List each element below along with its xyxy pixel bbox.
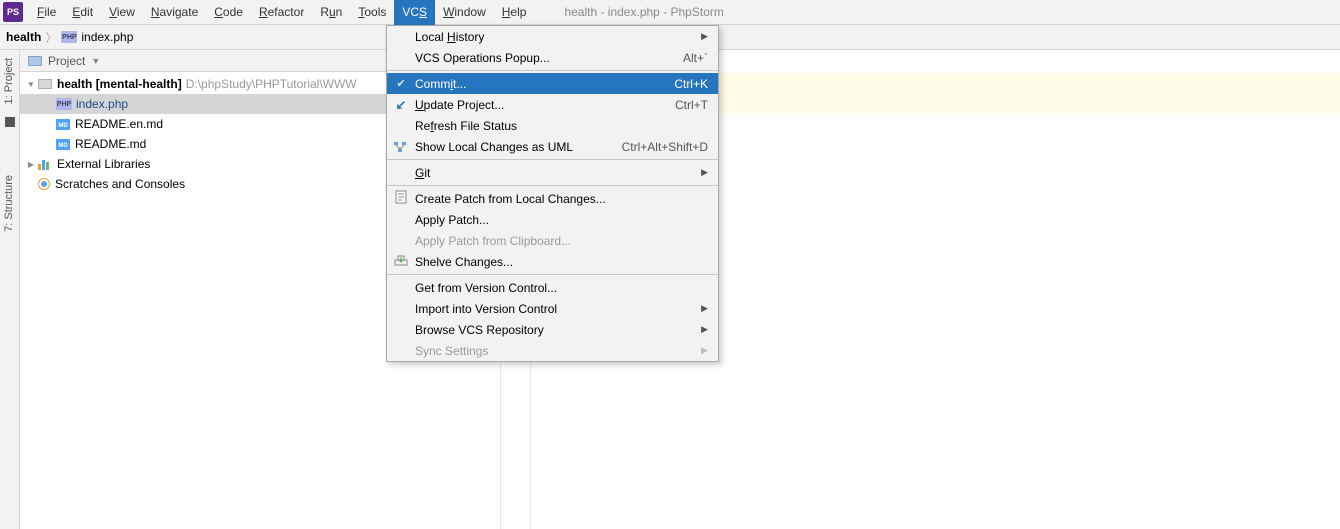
project-view-dropdown-icon[interactable]: ▼ (91, 56, 100, 66)
markdown-file-icon: MD (56, 139, 70, 150)
editor-highlight-region (719, 73, 1340, 113)
tree-file-label: README.en.md (75, 117, 163, 131)
project-view-icon (28, 56, 42, 66)
patch-icon (393, 190, 409, 207)
menu-shelve-changes[interactable]: Shelve Changes... (387, 251, 718, 272)
check-icon: ✔ (393, 77, 409, 90)
menu-window[interactable]: Window (435, 0, 494, 25)
tree-file-label: README.md (75, 137, 146, 151)
tree-node-label: External Libraries (57, 157, 150, 171)
folder-icon (38, 79, 52, 89)
shortcut-label: Ctrl+Alt+Shift+D (622, 140, 708, 154)
menu-import-into-version-control[interactable]: Import into Version Control▶ (387, 298, 718, 319)
project-tool-header: Project ▼ (20, 50, 386, 72)
window-title: health - index.php - PhpStorm (564, 5, 723, 19)
tree-file-readme[interactable]: MD README.md (20, 134, 386, 154)
menu-navigate[interactable]: Navigate (143, 0, 206, 25)
menu-apply-patch-clipboard: Apply Patch from Clipboard... (387, 230, 718, 251)
project-tree[interactable]: ▼ health [mental-health] D:\phpStudy\PHP… (20, 72, 386, 194)
breadcrumb-root[interactable]: health (6, 30, 41, 44)
menu-separator (387, 159, 718, 160)
submenu-arrow-icon: ▶ (701, 167, 708, 178)
php-file-icon: PHP (61, 31, 77, 43)
tree-expand-icon[interactable]: ▶ (26, 160, 36, 169)
menu-refactor[interactable]: Refactor (251, 0, 312, 25)
menu-show-local-changes-uml[interactable]: Show Local Changes as UMLCtrl+Alt+Shift+… (387, 136, 718, 157)
menu-get-from-version-control[interactable]: Get from Version Control... (387, 277, 718, 298)
project-tool-title[interactable]: Project (48, 54, 85, 68)
menu-tools[interactable]: Tools (350, 0, 394, 25)
tree-node-label: Scratches and Consoles (55, 177, 185, 191)
menu-separator (387, 185, 718, 186)
breadcrumb-separator: 〉 (45, 29, 57, 46)
submenu-arrow-icon: ▶ (701, 324, 708, 335)
menu-sync-settings: Sync Settings▶ (387, 340, 718, 361)
menu-refresh-file-status[interactable]: Refresh File Status (387, 115, 718, 136)
left-tool-strip: 1: Project 7: Structure (0, 50, 20, 529)
menu-apply-patch[interactable]: Apply Patch... (387, 209, 718, 230)
markdown-file-icon: MD (56, 119, 70, 130)
menu-git[interactable]: Git▶ (387, 162, 718, 183)
menu-file[interactable]: File (29, 0, 64, 25)
submenu-arrow-icon: ▶ (701, 345, 708, 356)
menu-separator (387, 70, 718, 71)
shelve-icon (393, 254, 409, 269)
main-menu-bar: PS File Edit View Navigate Code Refactor… (0, 0, 1340, 25)
submenu-arrow-icon: ▶ (701, 303, 708, 314)
breadcrumb-file[interactable]: index.php (81, 30, 133, 44)
app-icon: PS (3, 2, 23, 22)
menu-browse-vcs-repository[interactable]: Browse VCS Repository▶ (387, 319, 718, 340)
menu-code[interactable]: Code (206, 0, 251, 25)
menu-separator (387, 274, 718, 275)
project-name-label: health [mental-health] (57, 77, 182, 91)
tree-file-readme-en[interactable]: MD README.en.md (20, 114, 386, 134)
menu-local-history[interactable]: Local History▶ (387, 26, 718, 47)
shortcut-label: Ctrl+T (675, 98, 708, 112)
menu-vcs[interactable]: VCS (394, 0, 435, 25)
tool-tab-icon (5, 117, 15, 127)
tool-tab-project[interactable]: 1: Project (0, 50, 18, 112)
php-file-icon: PHP (56, 98, 72, 110)
shortcut-label: Ctrl+K (674, 77, 708, 91)
tree-external-libraries[interactable]: ▶ External Libraries (20, 154, 386, 174)
menu-vcs-operations-popup[interactable]: VCS Operations Popup...Alt+` (387, 47, 718, 68)
library-icon (38, 159, 52, 170)
menu-help[interactable]: Help (494, 0, 535, 25)
menu-create-patch[interactable]: Create Patch from Local Changes... (387, 188, 718, 209)
project-path-label: D:\phpStudy\PHPTutorial\WWW (186, 77, 357, 91)
tree-project-root[interactable]: ▼ health [mental-health] D:\phpStudy\PHP… (20, 74, 386, 94)
menu-edit[interactable]: Edit (64, 0, 101, 25)
tree-expand-icon[interactable]: ▼ (26, 80, 36, 89)
tree-file-index[interactable]: PHP index.php (20, 94, 386, 114)
tree-file-label: index.php (76, 97, 128, 111)
uml-icon (393, 141, 409, 153)
submenu-arrow-icon: ▶ (701, 31, 708, 42)
menu-commit[interactable]: ✔ Commit...Ctrl+K (387, 73, 718, 94)
update-icon: ↙ (393, 100, 409, 110)
shortcut-label: Alt+` (683, 51, 708, 65)
vcs-dropdown-menu: Local History▶ VCS Operations Popup...Al… (386, 25, 719, 362)
menu-view[interactable]: View (101, 0, 143, 25)
tool-tab-structure[interactable]: 7: Structure (0, 167, 18, 240)
tree-scratches[interactable]: Scratches and Consoles (20, 174, 386, 194)
scratches-icon (38, 178, 50, 190)
menu-run[interactable]: Run (312, 0, 350, 25)
menu-update-project[interactable]: ↙ Update Project...Ctrl+T (387, 94, 718, 115)
